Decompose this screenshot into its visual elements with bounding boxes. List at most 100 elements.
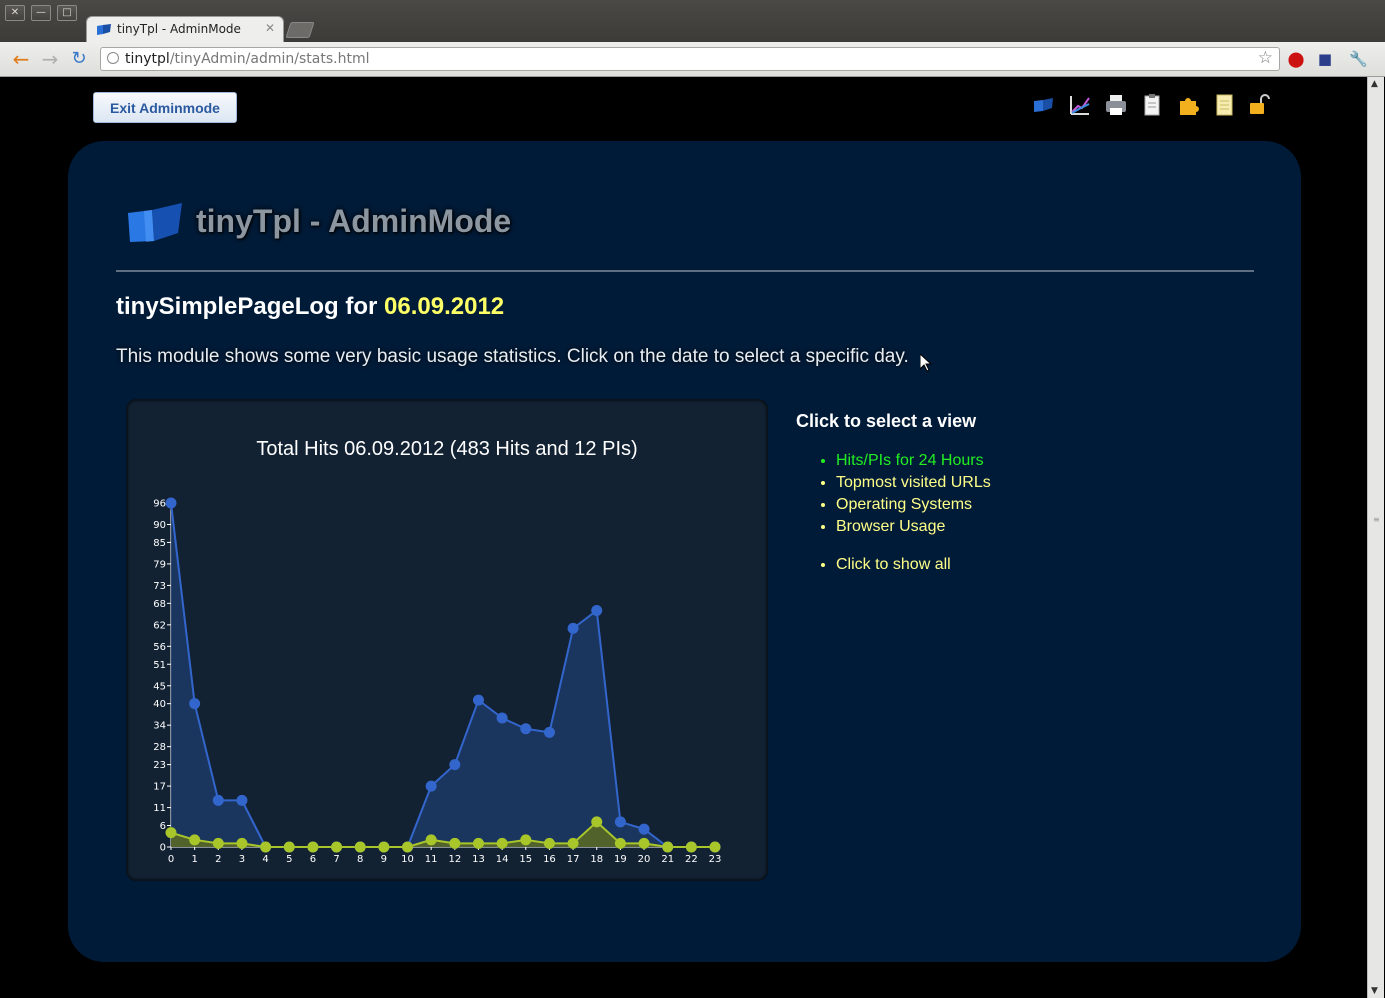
x-tick-label: 11 — [425, 854, 438, 865]
flag-extension-icon[interactable]: ■ — [1316, 50, 1334, 68]
date-selector-link[interactable]: 06.09.2012 — [384, 293, 504, 320]
y-tick-label: 23 — [153, 760, 166, 771]
y-tick-label: 11 — [153, 803, 166, 814]
pis-data-point — [709, 841, 721, 853]
vertical-scrollbar[interactable]: ▲ ≡ ▼ — [1367, 77, 1384, 998]
x-tick-label: 19 — [614, 854, 627, 865]
y-tick-label: 45 — [153, 681, 166, 692]
x-tick-label: 21 — [661, 854, 674, 865]
hits-series-area — [171, 503, 715, 847]
mouse-cursor-icon — [920, 354, 932, 372]
hits-data-point — [520, 723, 532, 735]
pis-data-point — [165, 827, 177, 839]
x-tick-label: 13 — [472, 854, 485, 865]
hits-data-point — [165, 497, 177, 509]
view-selector-title: Click to select a view — [796, 411, 977, 431]
unlock-icon[interactable] — [1247, 92, 1273, 118]
adblock-extension-icon[interactable]: ⬤ — [1287, 50, 1305, 68]
x-tick-label: 5 — [286, 854, 292, 865]
url-path: /tinyAdmin/admin/stats.html — [169, 51, 370, 67]
pis-data-point — [307, 841, 319, 853]
view-link-urls[interactable]: Topmost visited URLs — [836, 472, 991, 494]
address-bar[interactable]: tinytpl/tinyAdmin/admin/stats.html ☆ — [100, 47, 1280, 71]
tinytpl-favicon-icon — [97, 24, 111, 35]
y-tick-label: 34 — [153, 721, 166, 732]
hits-data-point — [496, 712, 508, 724]
y-tick-label: 73 — [153, 581, 166, 592]
page-viewport: Exit Adminmode tinyTpl - AdminMode tinyS… — [3, 77, 1366, 998]
hits-data-point — [212, 794, 224, 806]
hits-data-point — [449, 759, 461, 771]
x-tick-label: 12 — [448, 854, 461, 865]
x-tick-label: 3 — [239, 854, 245, 865]
y-tick-label: 40 — [153, 699, 166, 710]
app-title: tinyTpl - AdminMode — [196, 203, 512, 239]
x-tick-label: 9 — [381, 854, 387, 865]
show-all-list: Click to show all — [796, 554, 991, 576]
scroll-up-arrow-icon[interactable]: ▲ — [1371, 79, 1378, 89]
pis-data-point — [260, 841, 272, 853]
y-tick-label: 17 — [153, 782, 166, 793]
view-list: Hits/PIs for 24 Hours Topmost visited UR… — [796, 450, 991, 538]
scroll-down-arrow-icon[interactable]: ▼ — [1371, 986, 1378, 996]
main-panel: tinyTpl - AdminMode tinySimplePageLog fo… — [68, 141, 1301, 962]
x-tick-label: 22 — [685, 854, 698, 865]
exit-adminmode-button[interactable]: Exit Adminmode — [93, 92, 237, 123]
puzzle-icon[interactable] — [1175, 92, 1201, 118]
admin-toolbar — [1031, 92, 1281, 120]
hits-data-point — [236, 794, 248, 806]
pis-data-point — [614, 837, 626, 849]
hits-data-point — [543, 726, 555, 738]
scroll-grip-icon[interactable]: ≡ — [1373, 515, 1380, 524]
maximize-window-icon[interactable]: □ — [57, 5, 77, 21]
page-info-icon[interactable] — [107, 52, 119, 64]
clipboard-icon[interactable] — [1139, 92, 1165, 118]
chart-canvas: 06111723283440455156626873798590960 1 2 3 4 5… — [153, 497, 722, 865]
y-tick-label: 79 — [153, 559, 166, 570]
tinytpl-logo-icon[interactable] — [1031, 92, 1057, 118]
url-host: tinytpl — [125, 51, 170, 67]
x-tick-label: 14 — [496, 854, 509, 865]
view-link-os[interactable]: Operating Systems — [836, 494, 991, 516]
y-tick-label: 68 — [153, 599, 166, 610]
pis-data-point — [567, 837, 579, 849]
bookmark-star-icon[interactable]: ☆ — [1258, 48, 1273, 68]
printer-icon[interactable] — [1103, 92, 1129, 118]
document-icon[interactable] — [1211, 92, 1237, 118]
x-tick-label: 23 — [709, 854, 722, 865]
minimize-window-icon[interactable]: — — [31, 5, 51, 21]
back-arrow-icon[interactable]: ← — [10, 48, 32, 70]
y-tick-label: 51 — [153, 660, 166, 671]
view-link-browser[interactable]: Browser Usage — [836, 516, 991, 538]
module-description: This module shows some very basic usage … — [116, 346, 909, 367]
show-all-link[interactable]: Click to show all — [836, 554, 991, 576]
pis-data-point — [354, 841, 366, 853]
view-link-hits[interactable]: Hits/PIs for 24 Hours — [836, 450, 991, 472]
pis-data-point — [331, 841, 343, 853]
x-tick-label: 17 — [567, 854, 580, 865]
pis-data-point — [472, 837, 484, 849]
y-tick-label: 6 — [160, 821, 166, 832]
y-tick-label: 85 — [153, 538, 166, 549]
header-divider — [116, 270, 1254, 272]
x-tick-label: 20 — [638, 854, 651, 865]
x-tick-label: 15 — [519, 854, 532, 865]
tab-close-icon[interactable]: ✕ — [265, 21, 275, 35]
wrench-menu-icon[interactable]: 🔧 — [1349, 50, 1368, 68]
heading-prefix: tinySimplePageLog for — [116, 293, 385, 320]
pis-data-point — [378, 841, 390, 853]
view-selector: Click to select a view Hits/PIs for 24 H… — [796, 411, 991, 576]
y-tick-label: 62 — [153, 620, 166, 631]
hits-data-point — [591, 605, 603, 616]
stats-chart-icon[interactable] — [1067, 92, 1093, 118]
y-tick-label: 0 — [160, 843, 166, 854]
forward-arrow-icon[interactable]: → — [39, 48, 61, 70]
hits-data-point — [189, 698, 201, 710]
new-tab-button[interactable] — [285, 22, 315, 38]
pis-data-point — [543, 837, 555, 849]
pis-data-point — [283, 841, 295, 853]
pis-data-point — [662, 841, 674, 853]
reload-icon[interactable]: ↻ — [68, 48, 90, 70]
close-window-icon[interactable]: ✕ — [5, 5, 25, 21]
browser-tab[interactable]: tinyTpl - AdminMode ✕ — [86, 16, 284, 43]
